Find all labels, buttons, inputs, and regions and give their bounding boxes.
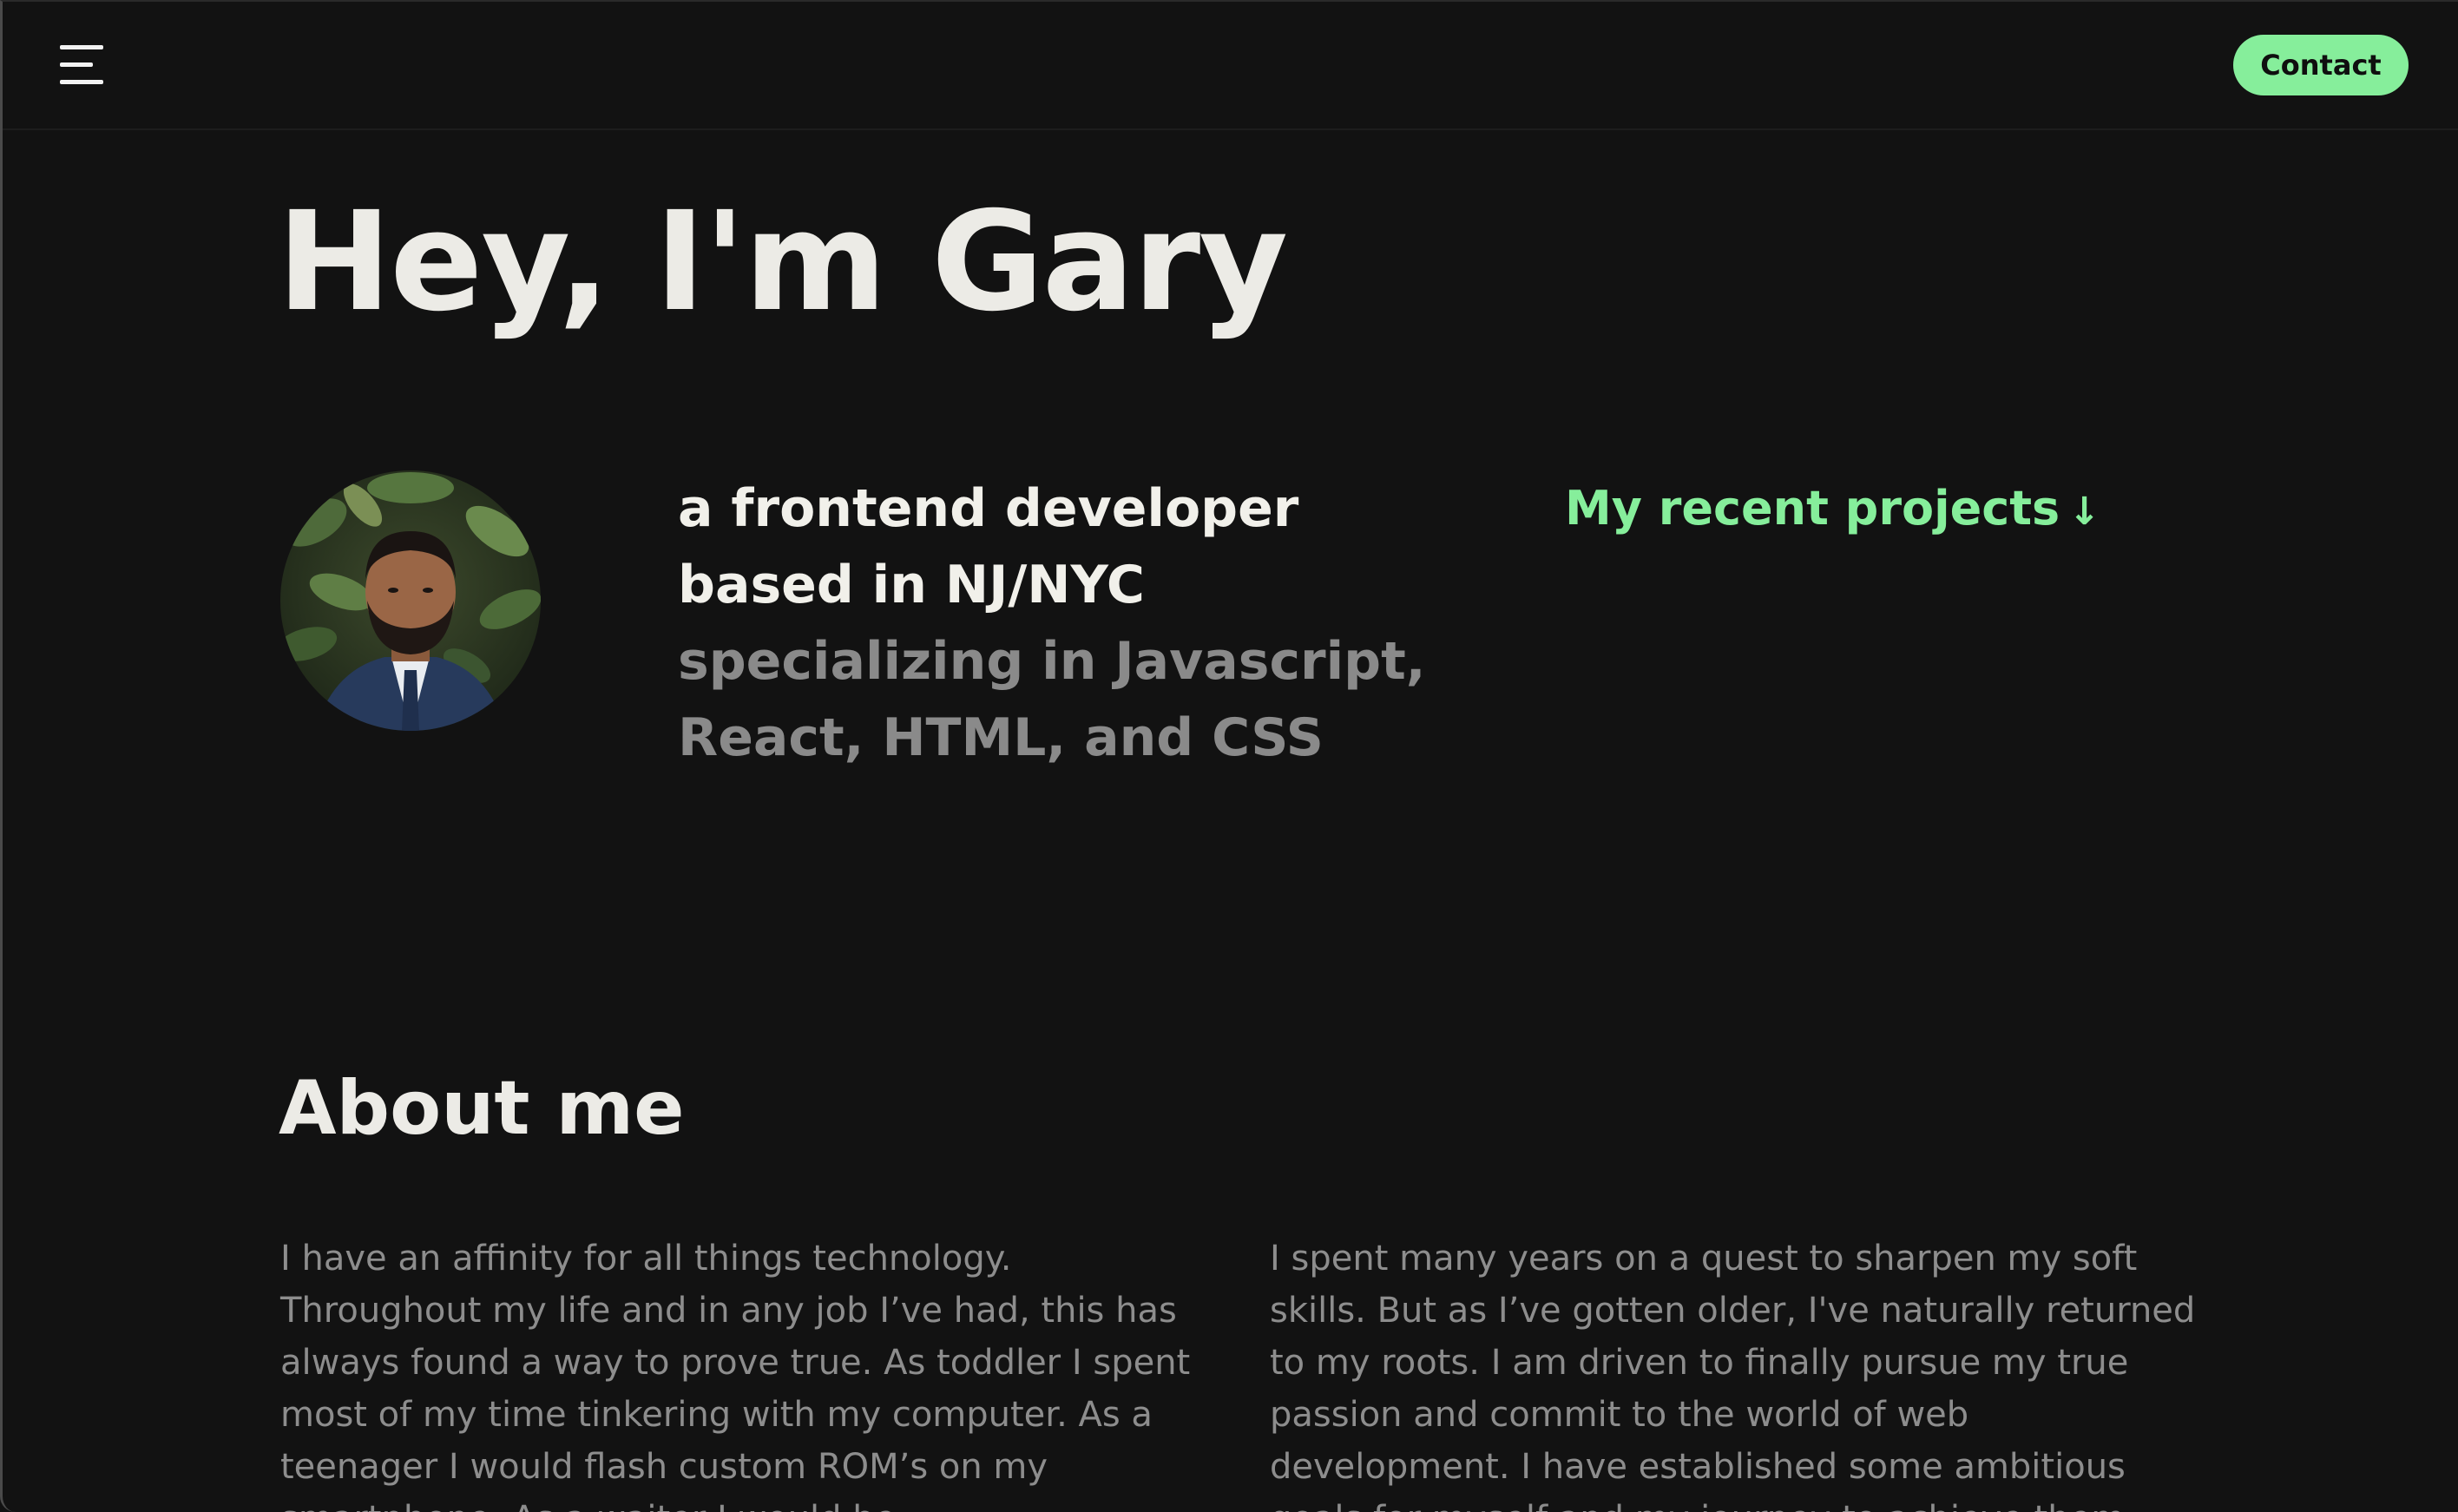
hero-title: Hey, I'm Gary xyxy=(277,182,1288,342)
contact-button[interactable]: Contact xyxy=(2233,35,2409,95)
arrow-down-icon: ↓ xyxy=(2068,490,2101,534)
recent-projects-link[interactable]: My recent projects ↓ xyxy=(1565,477,2100,543)
hero-tagline: a frontend developer based in NJ/NYC spe… xyxy=(678,470,1442,776)
tagline-skills: specializing in Javascript, React, HTML,… xyxy=(678,631,1426,768)
top-navbar: Contact xyxy=(3,2,2458,130)
hamburger-menu-icon[interactable] xyxy=(56,42,105,87)
about-paragraph-right: I spent many years on a quest to sharpen… xyxy=(1270,1239,2196,1512)
menu-line xyxy=(60,45,103,49)
avatar xyxy=(280,470,541,731)
menu-line xyxy=(60,62,93,67)
menu-line xyxy=(60,80,103,84)
about-paragraph-left: I have an affinity for all things techno… xyxy=(280,1239,1191,1512)
recent-projects-label: My recent projects xyxy=(1565,481,2060,536)
about-title: About me xyxy=(279,1065,685,1152)
page-frame: Contact Hey, I'm Gary a frontend develop… xyxy=(0,0,2458,1512)
tagline-role: a frontend developer based in NJ/NYC xyxy=(678,478,1299,615)
